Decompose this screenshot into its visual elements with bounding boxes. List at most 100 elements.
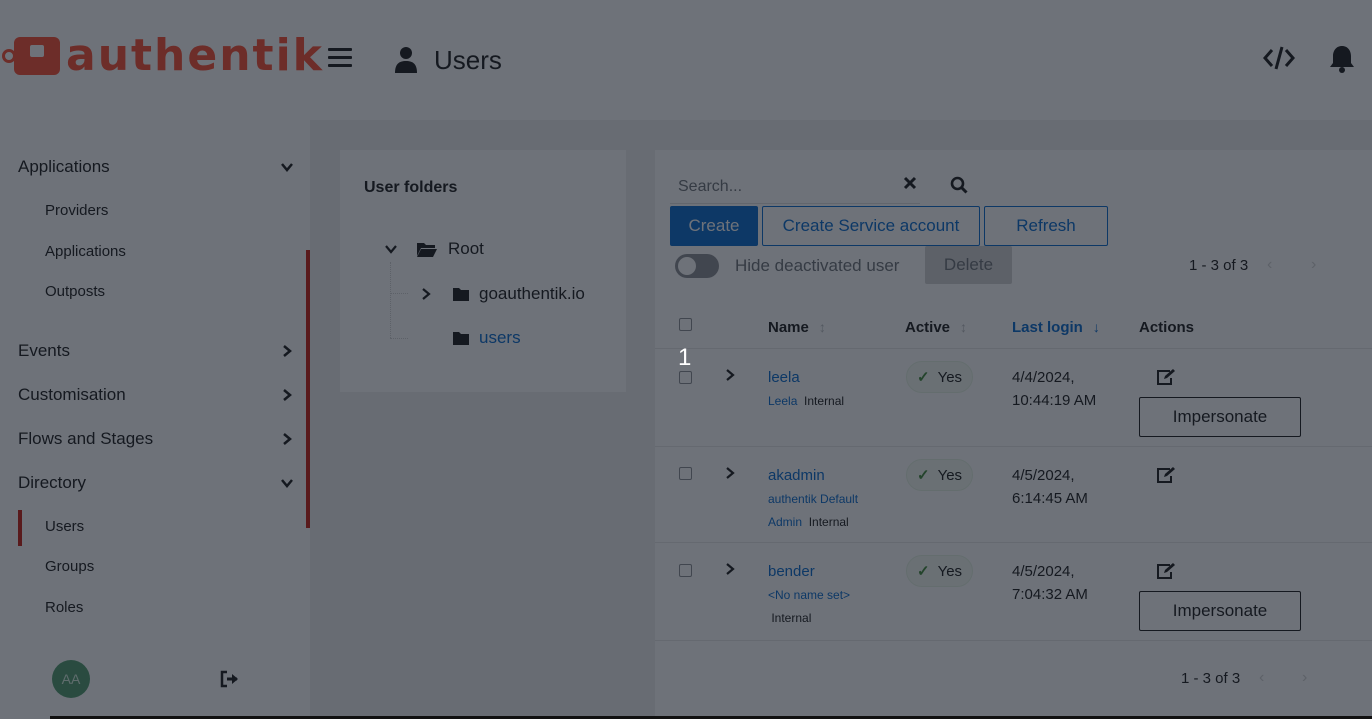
search-box: [670, 170, 920, 204]
sidebar-section-flows-and-stages[interactable]: Flows and Stages: [18, 422, 294, 456]
status-label: Yes: [937, 368, 963, 386]
sidebar-section-label: Flows and Stages: [18, 429, 154, 448]
status-label: Yes: [937, 466, 963, 484]
row-checkbox[interactable]: [679, 467, 692, 480]
sidebar-section-directory[interactable]: Directory: [18, 466, 294, 500]
footer-pagination-next-icon[interactable]: ›: [1302, 669, 1307, 687]
last-login-date: 4/4/2024,: [1012, 369, 1075, 386]
expand-row-icon[interactable]: [725, 466, 735, 483]
row-checkbox[interactable]: [679, 371, 692, 384]
sidebar-scrollbar[interactable]: [306, 250, 310, 528]
edit-icon[interactable]: [1156, 466, 1176, 489]
sidebar-section-label: Applications: [18, 157, 110, 176]
last-login-time: 6:14:45 AM: [1012, 490, 1088, 507]
clear-search-icon[interactable]: [903, 176, 917, 195]
tree-item-goauthentik[interactable]: goauthentik.io: [420, 284, 585, 304]
sort-icon: ↕: [818, 319, 826, 335]
chevron-right-icon[interactable]: [420, 287, 432, 301]
expand-row-icon[interactable]: [725, 562, 735, 579]
sidebar-item-groups[interactable]: Groups: [45, 558, 94, 575]
folder-open-icon: [417, 243, 437, 257]
user-type: Internal: [771, 611, 812, 625]
notifications-bell-icon[interactable]: [1328, 44, 1356, 79]
select-all-checkbox[interactable]: [679, 318, 692, 331]
pagination-next-icon[interactable]: ›: [1311, 256, 1316, 274]
menu-toggle-icon[interactable]: [328, 48, 352, 70]
search-input[interactable]: [670, 177, 880, 196]
tree-item-label: goauthentik.io: [479, 284, 585, 303]
pagination-prev-icon[interactable]: ‹: [1267, 256, 1272, 274]
check-icon: ✓: [917, 467, 930, 484]
last-login: 4/5/2024, 7:04:32 AM: [1012, 560, 1088, 606]
search-icon[interactable]: [950, 176, 968, 199]
sidebar-section-events[interactable]: Events: [18, 334, 294, 368]
row-divider: [655, 542, 1372, 543]
sidebar-section-applications[interactable]: Applications: [18, 150, 294, 184]
page-title: Users: [434, 45, 502, 75]
tree-item-users[interactable]: users: [452, 328, 521, 348]
impersonate-button[interactable]: Impersonate: [1139, 397, 1301, 437]
check-icon: ✓: [917, 563, 930, 580]
sidebar-section-label: Customisation: [18, 385, 126, 404]
user-folders-panel: User folders Root goauthentik.io users: [340, 150, 626, 392]
delete-button[interactable]: Delete: [925, 246, 1012, 284]
column-header-name[interactable]: Name ↕: [768, 319, 826, 336]
row-divider: [655, 348, 1372, 349]
hide-deactivated-toggle[interactable]: [675, 254, 719, 278]
pagination-count: 1 - 3 of 3: [1189, 257, 1249, 274]
last-login: 4/4/2024, 10:44:19 AM: [1012, 366, 1096, 412]
check-icon: ✓: [917, 369, 930, 386]
brand-logo[interactable]: authentik: [2, 33, 324, 79]
impersonate-button[interactable]: Impersonate: [1139, 591, 1301, 631]
refresh-button[interactable]: Refresh: [984, 206, 1108, 246]
footer-pagination-prev-icon[interactable]: ‹: [1259, 669, 1264, 687]
chevron-right-icon: [283, 345, 292, 357]
sidebar-item-outposts[interactable]: Outposts: [45, 283, 105, 300]
column-label: Name: [768, 319, 809, 336]
column-label: Last login: [1012, 319, 1083, 336]
status-badge: ✓ Yes: [906, 555, 974, 587]
username-link[interactable]: akadmin: [768, 467, 825, 484]
column-header-active[interactable]: Active ↕: [905, 319, 967, 336]
last-login-time: 7:04:32 AM: [1012, 586, 1088, 603]
user-display-name: Admin: [768, 515, 803, 529]
tree-item-root[interactable]: Root: [384, 239, 484, 259]
folders-title: User folders: [364, 179, 458, 196]
hide-deactivated-label: Hide deactivated user: [735, 256, 900, 275]
row-divider: [655, 446, 1372, 447]
column-label: Active: [905, 319, 951, 336]
sidebar-section-label: Events: [18, 341, 70, 360]
sidebar-item-roles[interactable]: Roles: [45, 599, 83, 616]
create-button[interactable]: Create: [670, 206, 758, 246]
page-header-bar: authentik Users: [0, 0, 1372, 120]
edit-icon[interactable]: [1156, 562, 1176, 585]
expand-row-icon[interactable]: [725, 368, 735, 385]
user-avatar-button[interactable]: AA: [52, 660, 92, 700]
api-drawer-icon[interactable]: [1262, 44, 1296, 77]
logout-icon[interactable]: [220, 670, 240, 693]
create-service-account-button[interactable]: Create Service account: [762, 206, 980, 246]
column-header-last-login[interactable]: Last login ↓: [1012, 319, 1100, 336]
sidebar-section-customisation[interactable]: Customisation: [18, 378, 294, 412]
last-login-date: 4/5/2024,: [1012, 467, 1075, 484]
username-link[interactable]: leela: [768, 369, 800, 386]
sidebar-item-users[interactable]: Users: [17, 510, 84, 546]
status-badge: ✓ Yes: [906, 361, 974, 393]
last-login-time: 10:44:19 AM: [1012, 392, 1097, 409]
sidebar-item-applications[interactable]: Applications: [45, 243, 126, 260]
users-table-panel: Create Create Service account Refresh Hi…: [655, 150, 1372, 719]
sidebar-nav: Applications Providers Applications Outp…: [0, 120, 310, 719]
user-display-name: Leela: [768, 394, 798, 408]
username-link[interactable]: bender: [768, 563, 815, 580]
tree-item-label: Root: [448, 239, 484, 258]
user-icon: [394, 46, 418, 74]
chevron-down-icon[interactable]: [384, 242, 398, 256]
row-divider: [655, 640, 1372, 641]
chevron-right-icon: [283, 389, 292, 401]
sidebar-item-providers[interactable]: Providers: [45, 202, 108, 219]
user-type: Internal: [804, 394, 845, 408]
edit-icon[interactable]: [1156, 368, 1176, 391]
user-meta: authentik Default Admin Internal: [768, 488, 858, 534]
row-checkbox[interactable]: [679, 564, 692, 577]
tree-item-label: users: [479, 328, 521, 347]
